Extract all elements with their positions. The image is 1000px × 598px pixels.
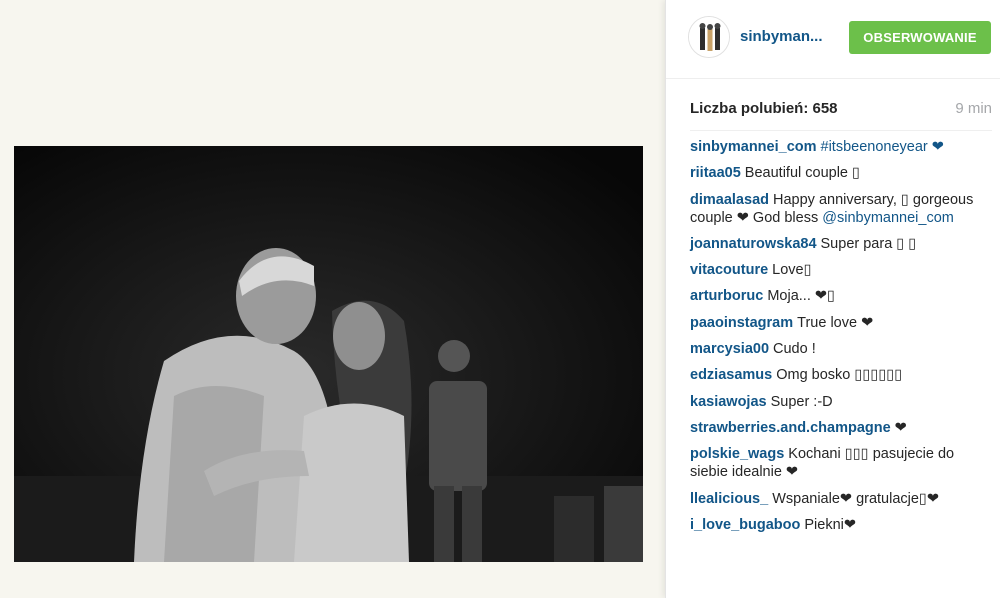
post-details-panel: sinbyman... OBSERWOWANIE Liczba polubień… bbox=[665, 0, 1000, 598]
avatar-icon bbox=[689, 17, 729, 57]
comment-username[interactable]: kasiawojas bbox=[690, 394, 767, 410]
comment-item: arturboruc Moja... ❤▯ bbox=[690, 287, 992, 305]
comment-username[interactable]: riitaa05 bbox=[690, 165, 741, 181]
photo-viewer-backdrop bbox=[0, 0, 665, 598]
comment-item: edziasamus Omg bosko ▯▯▯▯▯▯ bbox=[690, 366, 992, 384]
comment-username[interactable]: vitacouture bbox=[690, 262, 768, 278]
comment-username[interactable]: strawberries.and.champagne bbox=[690, 420, 891, 436]
comment-username[interactable]: marcysia00 bbox=[690, 341, 769, 357]
comment-text: Cudo ! bbox=[773, 341, 816, 358]
comment-text: Super para ▯ ▯ bbox=[820, 235, 917, 252]
comment-text: Beautiful couple ▯ bbox=[744, 165, 860, 182]
user-avatar[interactable] bbox=[688, 16, 730, 58]
post-author-username[interactable]: sinbyman... bbox=[740, 28, 823, 45]
comments-list: sinbymannei_com #itsbeenoneyear ❤ riitaa0… bbox=[690, 138, 992, 542]
likes-count[interactable]: Liczba polubień: 658 bbox=[690, 100, 838, 117]
comment-text: True love ❤ bbox=[797, 314, 874, 331]
comment-item: riitaa05 Beautiful couple ▯ bbox=[690, 164, 992, 182]
comment-item: sinbymannei_com #itsbeenoneyear ❤ bbox=[690, 138, 992, 156]
comment-text: Love▯ bbox=[772, 262, 812, 279]
comment-username[interactable]: sinbymannei_com bbox=[690, 139, 817, 155]
photo-illustration bbox=[14, 146, 643, 562]
comment-item: dimaalasad Happy anniversary, ▯ gorgeous … bbox=[690, 191, 992, 227]
comment-text: ❤ bbox=[894, 419, 907, 436]
comment-item: vitacouture Love▯ bbox=[690, 261, 992, 279]
comment-text: Wspaniale❤ gratulacje▯❤ bbox=[772, 490, 940, 507]
comment-text: Piekni❤ bbox=[804, 516, 857, 533]
comment-item: kasiawojas Super :-D bbox=[690, 393, 992, 411]
comment-username[interactable]: paaoinstagram bbox=[690, 315, 793, 331]
comment-hashtag[interactable]: #itsbeenoneyear ❤ bbox=[821, 139, 944, 155]
comment-item: joannaturowska84 Super para ▯ ▯ bbox=[690, 235, 992, 253]
divider bbox=[690, 130, 992, 131]
comment-item: llealicious_ Wspaniale❤ gratulacje▯❤ bbox=[690, 490, 992, 508]
comment-item: polskie_wags Kochani ▯▯▯ pasujecie do sie… bbox=[690, 445, 992, 481]
comment-username[interactable]: llealicious_ bbox=[690, 491, 768, 507]
comment-username[interactable]: i_love_bugaboo bbox=[690, 517, 800, 533]
post-photo[interactable] bbox=[14, 146, 643, 562]
comment-item: i_love_bugaboo Piekni❤ bbox=[690, 516, 992, 534]
comment-item: marcysia00 Cudo ! bbox=[690, 340, 992, 358]
comment-username[interactable]: arturboruc bbox=[690, 288, 763, 304]
comment-text: Omg bosko ▯▯▯▯▯▯ bbox=[776, 367, 903, 384]
comment-username[interactable]: edziasamus bbox=[690, 367, 772, 383]
likes-row: Liczba polubień: 658 9 min bbox=[690, 100, 992, 118]
comment-mention[interactable]: @sinbymannei_com bbox=[822, 210, 954, 226]
comment-item: strawberries.and.champagne ❤ bbox=[690, 419, 992, 437]
comment-item: paaoinstagram True love ❤ bbox=[690, 314, 992, 332]
comment-username[interactable]: polskie_wags bbox=[690, 446, 784, 462]
comment-text: Moja... ❤▯ bbox=[767, 288, 835, 305]
post-timestamp[interactable]: 9 min bbox=[955, 100, 992, 117]
follow-button[interactable]: OBSERWOWANIE bbox=[849, 21, 991, 54]
comment-username[interactable]: dimaalasad bbox=[690, 192, 769, 208]
comment-username[interactable]: joannaturowska84 bbox=[690, 236, 817, 252]
post-header: sinbyman... OBSERWOWANIE bbox=[666, 0, 1000, 79]
comment-text: Super :-D bbox=[770, 393, 833, 410]
